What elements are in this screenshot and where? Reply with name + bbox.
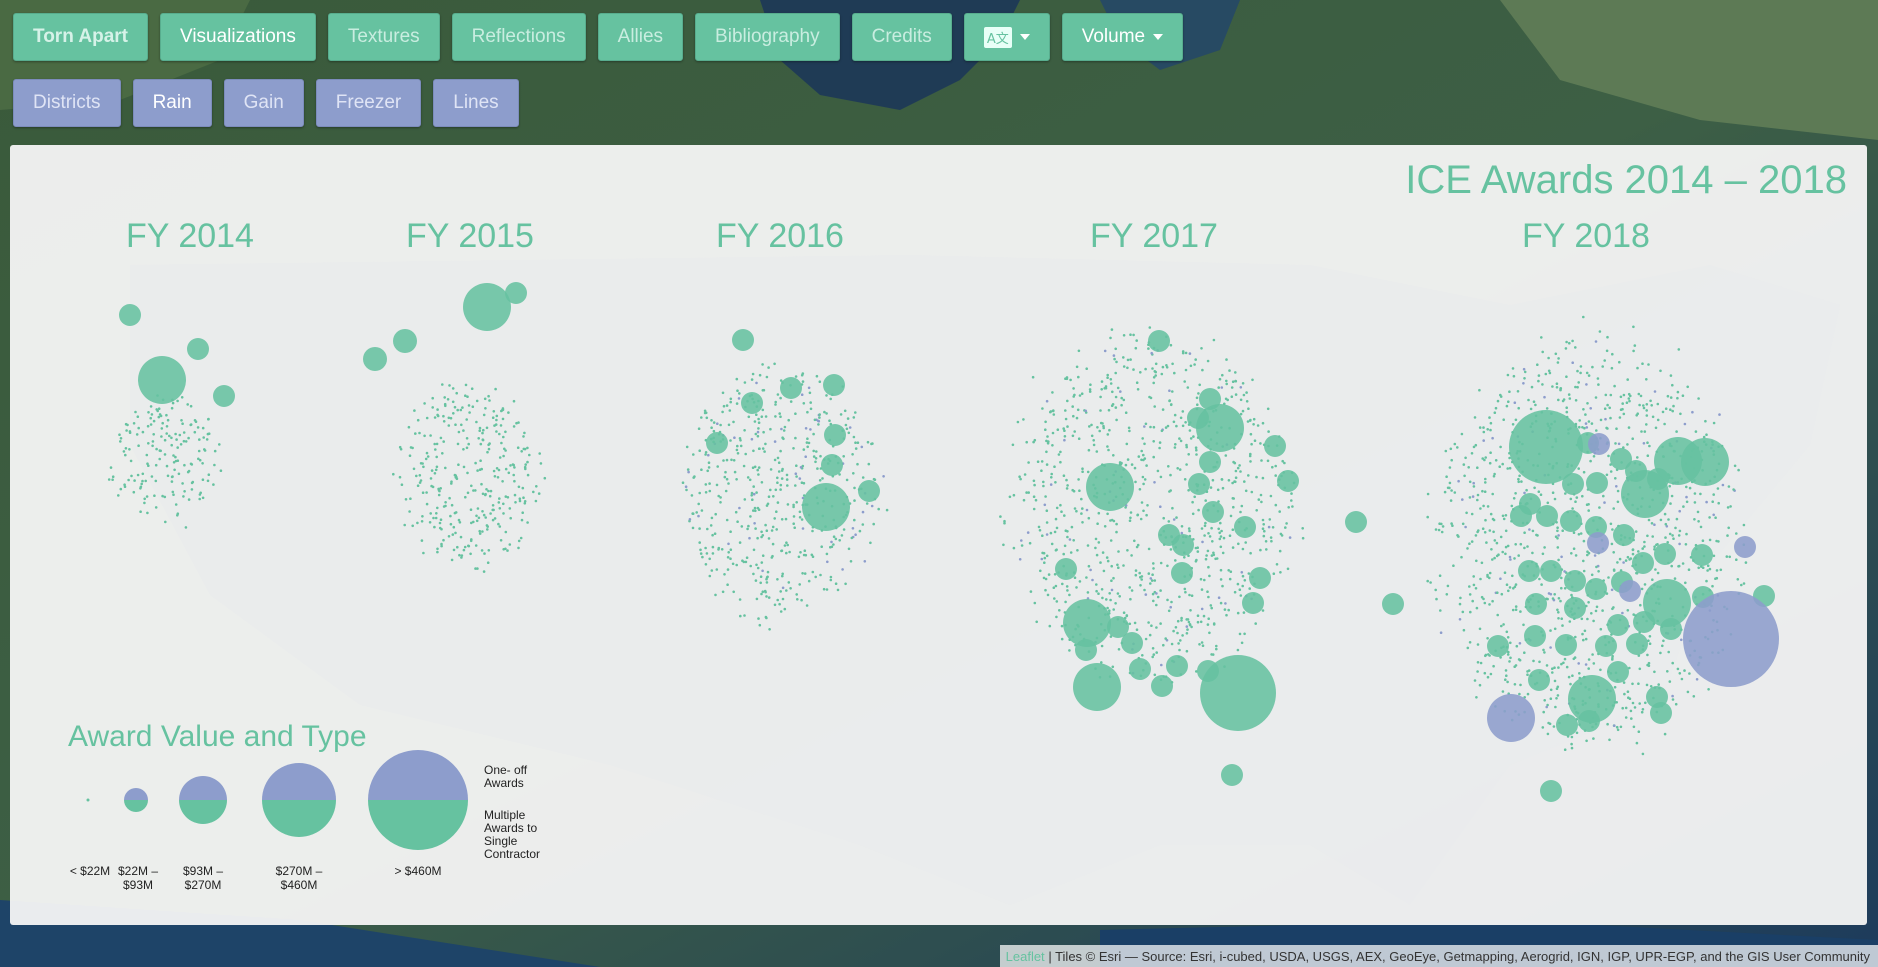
legend-size-label: $22M – $93M bbox=[117, 864, 159, 892]
nav-credits-button[interactable]: Credits bbox=[851, 13, 952, 61]
legend-key-one-off: One- off Awards bbox=[484, 763, 528, 790]
legend-key-multiple: Multiple Awards to Single Contractor bbox=[484, 808, 541, 861]
volume-label: Volume bbox=[1081, 26, 1146, 47]
legend-circle-xs bbox=[86, 798, 90, 802]
chevron-down-icon bbox=[1153, 34, 1164, 40]
map-attribution: Leaflet | Tiles © Esri — Source: Esri, i… bbox=[999, 945, 1878, 967]
legend-circle-s bbox=[124, 788, 148, 812]
nav-textures-button[interactable]: Textures bbox=[327, 13, 440, 61]
language-dropdown[interactable]: A文 bbox=[963, 13, 1050, 61]
nav-allies-button[interactable]: Allies bbox=[597, 13, 684, 61]
subnav-gain-button[interactable]: Gain bbox=[223, 79, 304, 127]
legend-size-label: $93M – $270M bbox=[182, 864, 224, 892]
chevron-down-icon bbox=[1019, 34, 1030, 40]
visualization-panel: ICE Awards 2014 – 2018 FY 2014 FY 2015 F… bbox=[10, 145, 1867, 925]
legend-circle-m bbox=[179, 776, 227, 824]
main-navigation: Torn Apart Visualizations Textures Refle… bbox=[13, 13, 1184, 61]
legend-circle-l bbox=[262, 763, 336, 837]
subnav-lines-button[interactable]: Lines bbox=[433, 79, 519, 127]
subnav-freezer-button[interactable]: Freezer bbox=[315, 79, 422, 127]
nav-visualizations-button[interactable]: Visualizations bbox=[160, 13, 316, 61]
legend-size-label: > $460M bbox=[394, 864, 442, 878]
nav-brand-button[interactable]: Torn Apart bbox=[13, 13, 148, 61]
nav-reflections-button[interactable]: Reflections bbox=[451, 13, 586, 61]
subnav-rain-button[interactable]: Rain bbox=[132, 79, 212, 127]
subnav-districts-button[interactable]: Districts bbox=[13, 79, 121, 127]
legend-circles bbox=[86, 750, 468, 850]
legend-circle-xl bbox=[368, 750, 468, 850]
legend-size-label: < $22M bbox=[69, 864, 111, 878]
volume-dropdown[interactable]: Volume bbox=[1061, 13, 1184, 61]
tiles-credit: Tiles © Esri — Source: Esri, i-cubed, US… bbox=[1055, 949, 1870, 964]
legend-size-label: $270M – $460M bbox=[275, 864, 323, 892]
language-icon: A文 bbox=[983, 26, 1012, 48]
leaflet-link[interactable]: Leaflet bbox=[1006, 949, 1045, 964]
sub-navigation: Districts Rain Gain Freezer Lines bbox=[13, 79, 519, 127]
nav-bibliography-button[interactable]: Bibliography bbox=[695, 13, 840, 61]
